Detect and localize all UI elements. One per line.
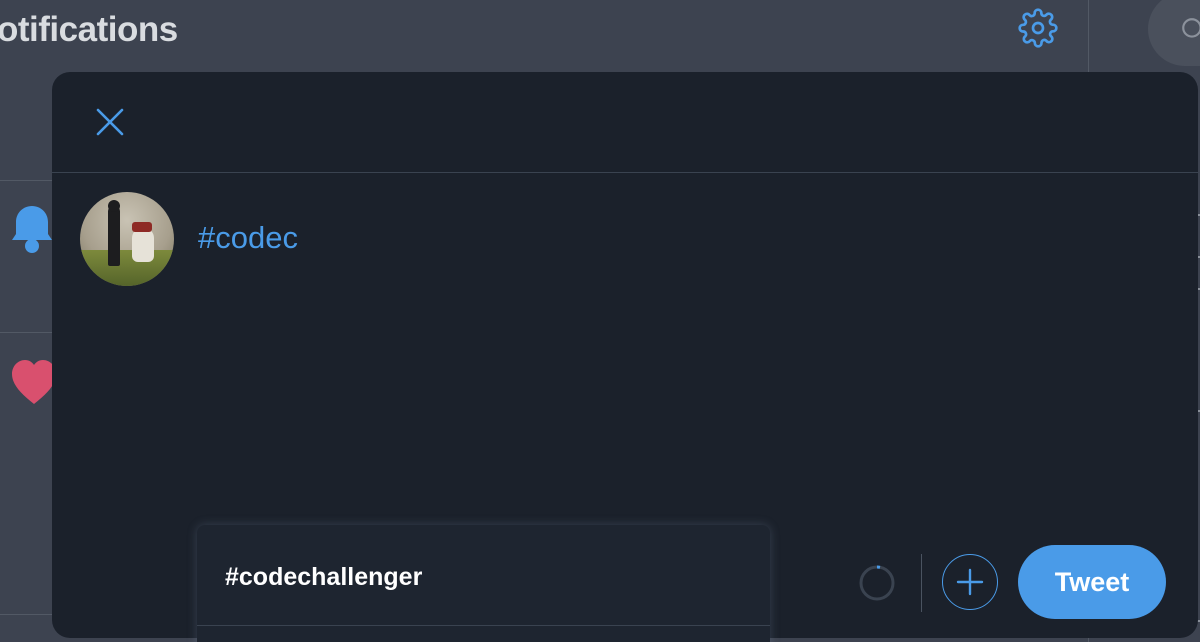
gear-icon[interactable]: [1018, 8, 1058, 48]
hashtag-suggestions: #codechallenger: [197, 525, 770, 642]
avatar[interactable]: [80, 192, 174, 286]
notification-divider: [0, 614, 60, 615]
suggestion-item[interactable]: #codechallenger: [197, 525, 770, 626]
search-box[interactable]: [1148, 0, 1200, 66]
modal-header: [52, 72, 1198, 173]
heart-icon: [12, 360, 56, 411]
plus-icon: [956, 568, 984, 596]
character-count-ring: [858, 564, 896, 602]
notification-divider: [0, 180, 60, 181]
search-icon: [1182, 18, 1200, 38]
add-tweet-button[interactable]: [942, 554, 998, 610]
bell-icon: [12, 204, 52, 261]
page-title: otifications: [0, 10, 178, 49]
tweet-button[interactable]: Tweet: [1018, 545, 1166, 619]
close-icon: [96, 108, 124, 136]
tweet-text-input[interactable]: #codec: [198, 220, 298, 256]
close-button[interactable]: [82, 94, 138, 150]
background-header: otifications: [0, 0, 1089, 72]
toolbar-divider: [921, 554, 922, 612]
suggestion-label: #codechallenger: [225, 563, 423, 591]
notification-divider: [0, 332, 60, 333]
